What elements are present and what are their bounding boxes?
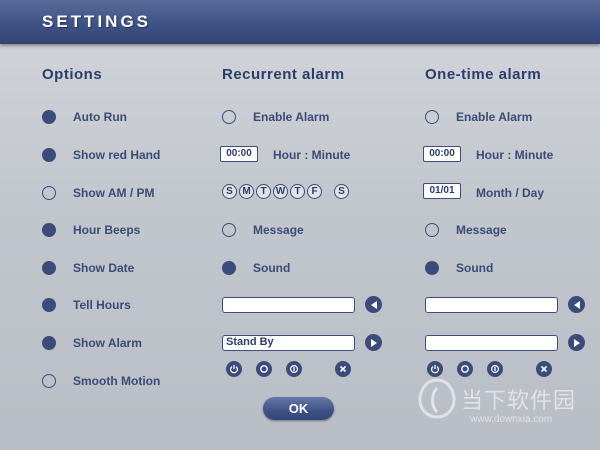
hour-beeps-label: Hour Beeps	[73, 223, 141, 237]
show-date-radio[interactable]	[42, 261, 56, 275]
day-friday-button[interactable]: F	[307, 184, 322, 199]
recurrent-power-button[interactable]	[226, 361, 242, 377]
onetime-sound-radio[interactable]	[425, 261, 439, 275]
recurrent-message-field[interactable]	[222, 297, 355, 313]
tell-hours-radio[interactable]	[42, 298, 56, 312]
onetime-message-radio[interactable]	[425, 223, 439, 237]
recurrent-info-button[interactable]	[286, 361, 302, 377]
close-icon	[339, 365, 347, 373]
recurrent-alarm-heading: Recurrent alarm	[222, 66, 345, 83]
recurrent-time-label: Hour : Minute	[273, 148, 351, 162]
show-red-hand-radio[interactable]	[42, 148, 56, 162]
day-saturday-button[interactable]: S	[334, 184, 349, 199]
onetime-message-label: Message	[456, 223, 507, 237]
ok-button[interactable]: OK	[263, 397, 334, 420]
onetime-enable-label: Enable Alarm	[456, 110, 533, 124]
onetime-sound-label: Sound	[456, 261, 494, 275]
recurrent-sound-label: Sound	[253, 261, 291, 275]
close-icon	[540, 365, 548, 373]
options-heading: Options	[42, 66, 103, 83]
window-title: SETTINGS	[42, 12, 152, 31]
info-icon	[490, 364, 500, 374]
left-arrow-icon	[370, 300, 377, 309]
onetime-time-input[interactable]: 00:00	[423, 146, 461, 162]
recurrent-message-label: Message	[253, 223, 304, 237]
smooth-motion-label: Smooth Motion	[73, 374, 161, 388]
auto-run-label: Auto Run	[73, 110, 127, 124]
onetime-clear-button[interactable]	[536, 361, 552, 377]
show-am-pm-label: Show AM / PM	[73, 186, 155, 200]
day-wednesday-button[interactable]: W	[273, 184, 288, 199]
power-icon	[229, 365, 239, 374]
day-thursday-button[interactable]: T	[290, 184, 305, 199]
tell-hours-label: Tell Hours	[73, 298, 131, 312]
recurrent-stop-button[interactable]	[256, 361, 272, 377]
recurrent-message-play-button[interactable]	[365, 296, 382, 313]
day-tuesday-button[interactable]: T	[256, 184, 271, 199]
power-icon	[430, 365, 440, 374]
onetime-date-input[interactable]: 01/01	[423, 183, 461, 199]
onetime-sound-select-button[interactable]	[568, 334, 585, 351]
onetime-alarm-heading: One-time alarm	[425, 66, 542, 83]
onetime-info-button[interactable]	[487, 361, 503, 377]
recurrent-message-radio[interactable]	[222, 223, 236, 237]
hour-beeps-radio[interactable]	[42, 223, 56, 237]
left-arrow-icon	[573, 300, 580, 309]
recurrent-time-input[interactable]: 00:00	[220, 146, 258, 162]
right-arrow-icon	[573, 338, 580, 347]
show-red-hand-label: Show red Hand	[73, 148, 161, 162]
onetime-sound-field[interactable]	[425, 335, 558, 351]
onetime-time-label: Hour : Minute	[476, 148, 554, 162]
onetime-date-label: Month / Day	[476, 186, 544, 200]
recurrent-sound-radio[interactable]	[222, 261, 236, 275]
watermark-url: www.downxia.com	[470, 414, 553, 425]
recurrent-enable-radio[interactable]	[222, 110, 236, 124]
recurrent-sound-field[interactable]: Stand By	[222, 335, 355, 351]
title-bar: SETTINGS	[0, 0, 600, 44]
day-sunday-button[interactable]: S	[222, 184, 237, 199]
watermark-logo-icon	[418, 378, 456, 419]
recurrent-enable-label: Enable Alarm	[253, 110, 330, 124]
recurrent-sound-select-button[interactable]	[365, 334, 382, 351]
show-date-label: Show Date	[73, 261, 135, 275]
right-arrow-icon	[370, 338, 377, 347]
smooth-motion-radio[interactable]	[42, 374, 56, 388]
onetime-power-button[interactable]	[427, 361, 443, 377]
show-alarm-label: Show Alarm	[73, 336, 142, 350]
show-alarm-radio[interactable]	[42, 336, 56, 350]
info-icon	[289, 364, 299, 374]
ring-icon	[260, 365, 268, 373]
onetime-enable-radio[interactable]	[425, 110, 439, 124]
day-monday-button[interactable]: M	[239, 184, 254, 199]
auto-run-radio[interactable]	[42, 110, 56, 124]
watermark-text: 当下软件园	[461, 388, 577, 413]
show-am-pm-radio[interactable]	[42, 186, 56, 200]
onetime-stop-button[interactable]	[457, 361, 473, 377]
onetime-message-play-button[interactable]	[568, 296, 585, 313]
ring-icon	[461, 365, 469, 373]
onetime-message-field[interactable]	[425, 297, 558, 313]
recurrent-clear-button[interactable]	[335, 361, 351, 377]
